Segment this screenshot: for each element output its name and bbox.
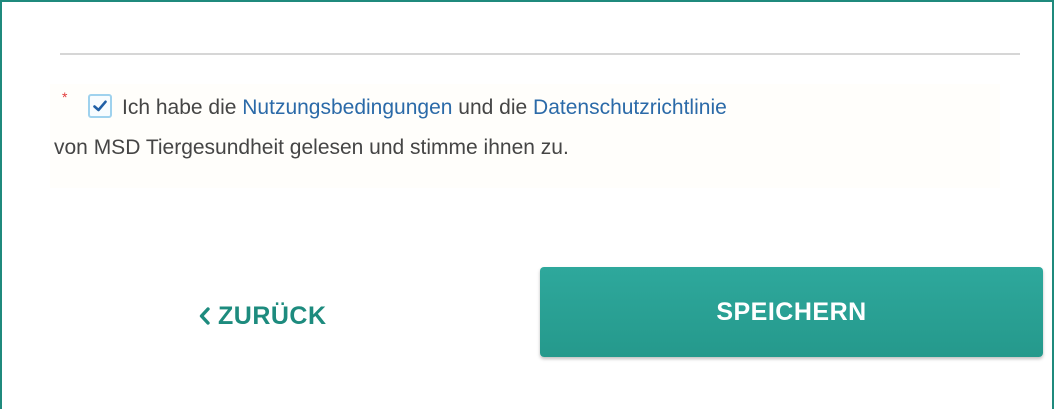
required-marker: * <box>62 89 68 105</box>
save-button-label: SPEICHERN <box>716 297 867 326</box>
consent-text-part3: von MSD Tiergesundheit gelesen und stimm… <box>54 136 569 159</box>
consent-text-part1: Ich habe die <box>122 96 243 119</box>
back-button-label: ZURÜCK <box>218 301 327 330</box>
checkmark-icon <box>93 100 107 112</box>
consent-text-part2: und die <box>452 96 534 119</box>
consent-text: Ich habe die Nutzungsbedingungen und die… <box>54 88 994 168</box>
divider <box>60 53 1020 55</box>
save-button[interactable]: SPEICHERN <box>540 267 1043 357</box>
form-panel: Ich habe die Nutzungsbedingungen und die… <box>0 0 1054 409</box>
chevron-left-icon <box>198 307 212 325</box>
back-button[interactable]: ZURÜCK <box>198 292 327 340</box>
privacy-link[interactable]: Datenschutzrichtlinie <box>533 96 727 119</box>
consent-checkbox[interactable] <box>88 94 112 118</box>
terms-link[interactable]: Nutzungsbedingungen <box>242 96 452 119</box>
